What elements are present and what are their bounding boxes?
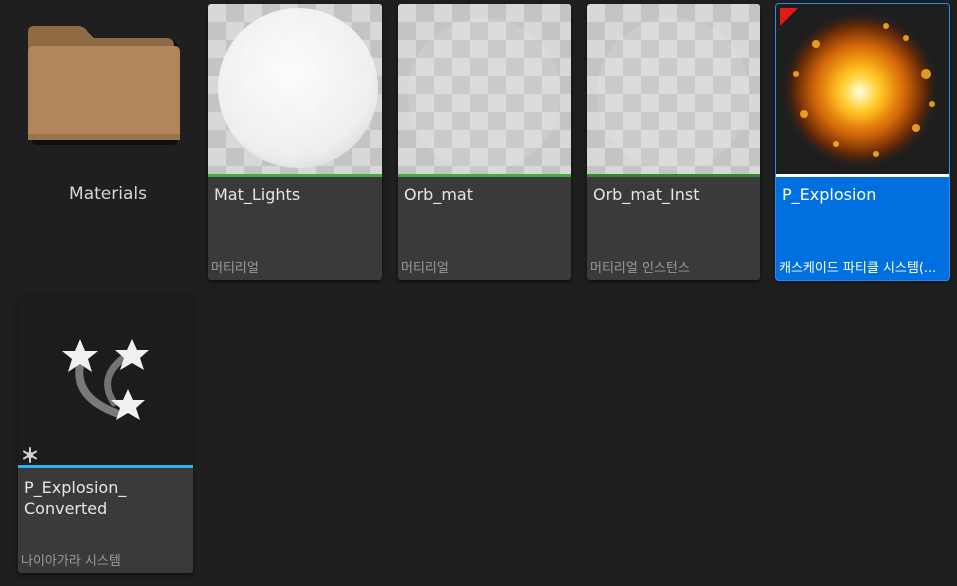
asset-type-color-bar — [587, 174, 760, 177]
asset-name: P_Explosion — [782, 185, 877, 204]
asset-tile-orb-mat[interactable]: Orb_mat 머티리얼 — [398, 4, 571, 280]
asset-type-label: 캐스케이드 파티클 시스템(... — [779, 261, 937, 276]
asset-name: Orb_mat_Inst — [593, 185, 700, 204]
sphere-preview-icon — [407, 17, 561, 171]
folder-materials[interactable]: Materials — [20, 4, 196, 284]
folder-label: Materials — [69, 184, 147, 204]
asset-tile-p-explosion-converted[interactable]: P_Explosion_ Converted 나이아가라 시스템 — [18, 295, 193, 573]
asset-thumbnail — [398, 4, 571, 174]
explosion-preview-icon — [780, 10, 940, 170]
asset-name: Orb_mat — [404, 185, 473, 204]
asset-type-label: 나이아가라 시스템 — [21, 554, 121, 569]
sphere-preview-icon — [596, 17, 750, 171]
asset-type-label: 머티리얼 — [401, 261, 449, 276]
asset-tile-p-explosion[interactable]: P_Explosion 캐스케이드 파티클 시스템(... — [776, 4, 949, 280]
dirty-flag-icon — [780, 8, 798, 26]
asset-thumbnail — [776, 4, 949, 174]
asset-thumbnail — [208, 4, 382, 174]
asset-type-color-bar — [398, 174, 571, 177]
asset-tile-orb-mat-inst[interactable]: Orb_mat_Inst 머티리얼 인스턴스 — [587, 4, 760, 280]
niagara-system-icon — [62, 339, 149, 420]
content-browser-asset-grid: Materials Mat_Lights 머티리얼 Orb_mat 머티리얼 O… — [0, 0, 957, 586]
asset-name: Mat_Lights — [214, 185, 301, 204]
asset-type-color-bar — [18, 465, 193, 468]
folder-icon — [28, 26, 180, 145]
asset-type-label: 머티리얼 인스턴스 — [590, 261, 690, 276]
asset-thumbnail — [18, 295, 193, 465]
asset-thumbnail — [587, 4, 760, 174]
asset-type-color-bar — [208, 174, 382, 177]
asset-name: P_Explosion_ Converted — [24, 478, 127, 518]
asset-type-color-bar — [776, 174, 949, 177]
sphere-preview-icon — [218, 8, 378, 168]
asset-tile-mat-lights[interactable]: Mat_Lights 머티리얼 — [208, 4, 382, 280]
asset-type-label: 머티리얼 — [211, 261, 259, 276]
gear-asterisk-icon — [22, 447, 38, 463]
